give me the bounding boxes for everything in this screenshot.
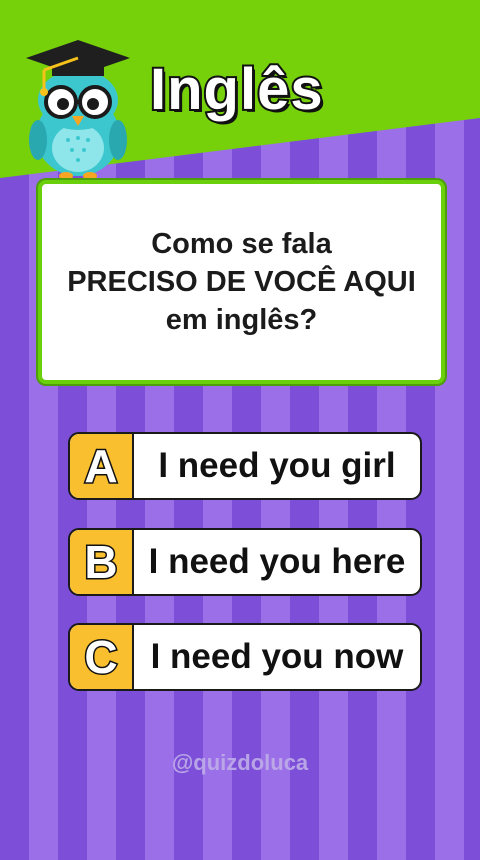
question-text: Como se fala PRECISO DE VOCÊ AQUI em ing… <box>67 225 416 339</box>
question-card: Como se fala PRECISO DE VOCÊ AQUI em ing… <box>38 180 445 384</box>
answer-option-a[interactable]: A I need you girl <box>68 432 422 500</box>
watermark: @quizdoluca <box>171 750 309 775</box>
question-line: em inglês? <box>165 304 318 336</box>
owl-graduate-icon <box>26 40 130 180</box>
option-text: I need you here <box>148 542 406 581</box>
option-letter-badge: A <box>70 434 134 498</box>
question-line: Como se fala <box>151 228 332 260</box>
answer-option-b[interactable]: B I need you here <box>68 528 422 596</box>
question-line: PRECISO DE VOCÊ AQUI <box>67 266 416 298</box>
option-letter: C <box>83 630 119 685</box>
answer-option-c[interactable]: C I need you now <box>68 623 422 691</box>
quiz-screen: Inglês Como se fala PRECISO DE VOCÊ AQUI… <box>0 0 480 860</box>
option-letter: B <box>83 535 119 590</box>
option-text: I need you girl <box>158 446 396 485</box>
option-letter-badge: B <box>70 530 134 594</box>
option-text: I need you now <box>150 637 404 676</box>
option-letter: A <box>83 439 119 494</box>
option-letter-badge: C <box>70 625 134 689</box>
page-title: Inglês <box>148 55 325 124</box>
